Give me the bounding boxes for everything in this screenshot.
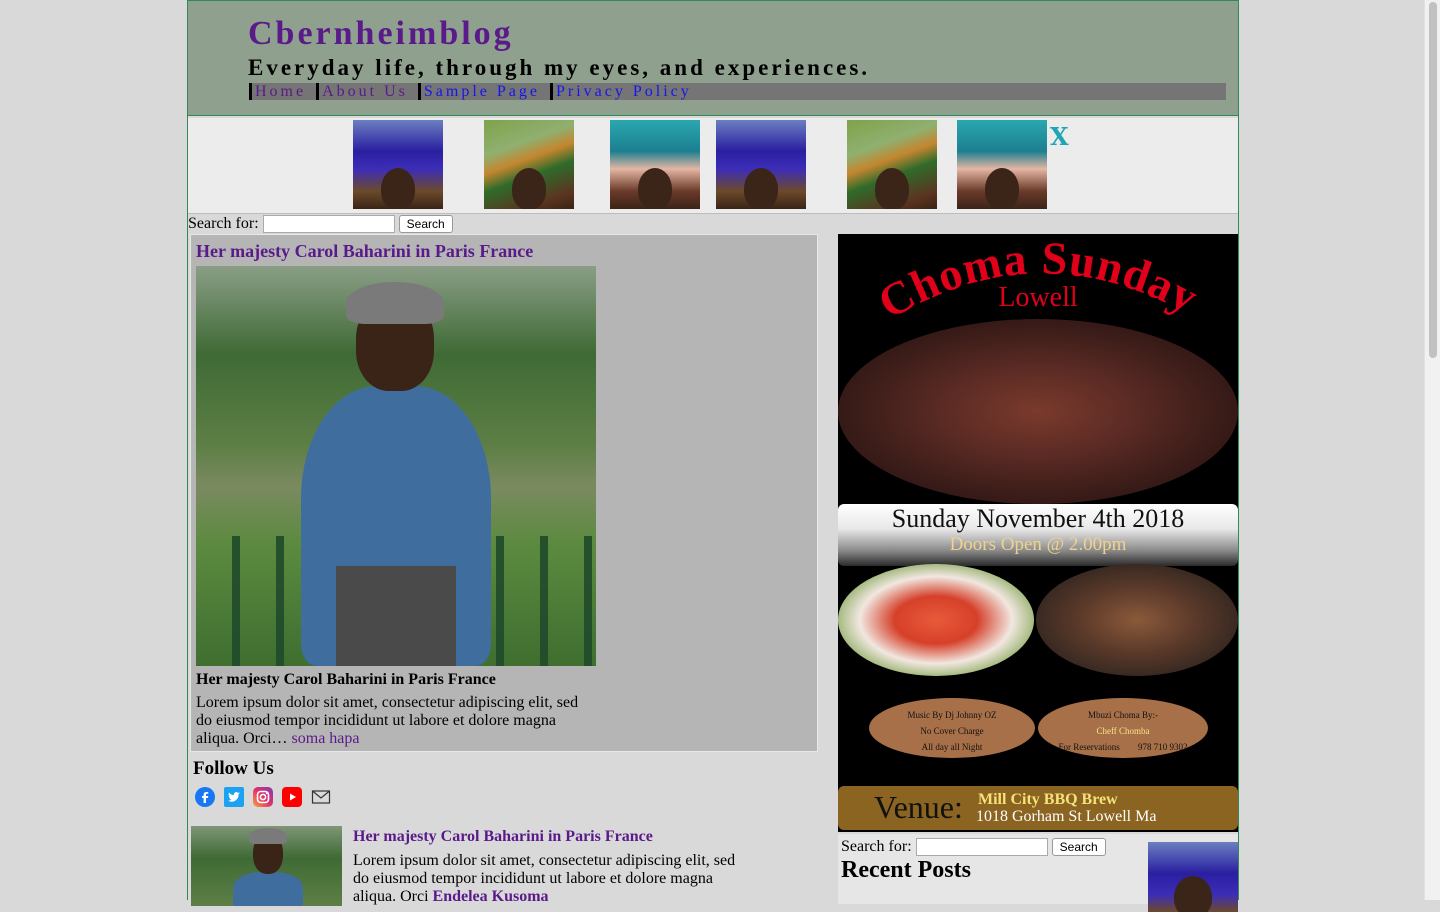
top-search-form: Search for: Search: [188, 214, 453, 234]
poster-chef-line: Mbuzi Choma By:-: [1088, 710, 1158, 720]
nav-item-privacy-policy[interactable]: Privacy Policy: [549, 83, 702, 100]
banner-image-blue-headwrap[interactable]: [353, 120, 443, 209]
banner-image-blue-headwrap[interactable]: [716, 120, 806, 209]
recent-post-read-more-link[interactable]: Endelea Kusoma: [433, 888, 549, 905]
instagram-icon[interactable]: [253, 787, 273, 807]
social-icons: [195, 787, 331, 807]
nav-item-about-us[interactable]: About Us: [316, 83, 418, 100]
poster-venue-label: Venue:: [874, 789, 963, 825]
recent-post-excerpt: Lorem ipsum dolor sit amet, consectetur …: [353, 852, 748, 906]
banner-image-teal-headwrap[interactable]: [610, 120, 700, 209]
site-tagline: Everyday life, through my eyes, and expe…: [248, 55, 871, 80]
search-button[interactable]: Search: [398, 215, 453, 233]
featured-post: Her majesty Carol Baharini in Paris Fran…: [190, 234, 818, 752]
poster-venue-name: Mill City BBQ Brew: [978, 791, 1118, 808]
page-container: Cbernheimblog Everyday life, through my …: [187, 0, 1239, 912]
follow-us-heading: Follow Us: [193, 758, 274, 779]
site-title-link[interactable]: Cbernheimblog: [248, 15, 514, 53]
recent-post-title-link[interactable]: Her majesty Carol Baharini in Paris Fran…: [353, 828, 653, 846]
poster-subtitle: Lowell: [998, 282, 1078, 313]
nav-item-home[interactable]: Home: [249, 83, 316, 100]
youtube-icon[interactable]: [282, 787, 302, 807]
search-input[interactable]: [262, 215, 395, 233]
poster-reservations-label: For Reservations: [1058, 742, 1120, 752]
scrollbar-thumb[interactable]: [1429, 2, 1437, 358]
post-excerpt: Lorem ipsum dolor sit amet, consectetur …: [196, 694, 596, 748]
recent-post-image[interactable]: [191, 826, 342, 906]
image-banner: X: [188, 118, 1238, 214]
poster-phone: 978 710 9302: [1138, 742, 1188, 752]
banner-image-kente-headwrap[interactable]: [847, 120, 937, 209]
sidebar-search-form: Search for: Search: [841, 838, 1106, 856]
poster-chef-oval: Mbuzi Choma By:- Cheff Chomba For Reserv…: [1038, 698, 1208, 758]
recent-posts-heading: Recent Posts: [841, 857, 971, 883]
twitter-icon[interactable]: [224, 787, 244, 807]
poster-music-line: Music By Dj Johnny OZ: [907, 710, 997, 720]
event-poster[interactable]: Choma Sunday Lowell Sunday November 4th …: [838, 234, 1238, 832]
main-nav: Home About Us Sample Page Privacy Policy: [249, 83, 1226, 100]
banner-close-button[interactable]: X: [1050, 122, 1069, 151]
poster-music-oval: Music By Dj Johnny OZ No Cover Charge Al…: [869, 698, 1035, 758]
post-title-link[interactable]: Her majesty Carol Baharini in Paris Fran…: [196, 241, 533, 262]
poster-date: Sunday November 4th 2018: [891, 504, 1185, 533]
poster-grilled-meat-image: [838, 319, 1238, 504]
poster-venue-address: 1018 Gorham St Lowell Ma: [976, 808, 1157, 825]
site-header: Cbernheimblog Everyday life, through my …: [188, 0, 1238, 116]
sidebar-search-input[interactable]: [915, 838, 1048, 856]
poster-salad-image: [838, 564, 1034, 676]
page-scrollbar[interactable]: [1424, 0, 1440, 900]
search-label: Search for:: [188, 215, 259, 232]
post-excerpt-text: Lorem ipsum dolor sit amet, consectetur …: [196, 694, 579, 747]
email-icon[interactable]: [311, 787, 331, 807]
poster-hours-line: All day all Night: [921, 742, 983, 752]
facebook-icon[interactable]: [195, 787, 215, 807]
sidebar-search-button[interactable]: Search: [1051, 838, 1106, 856]
poster-reservations-line: For Reservations 978 710 9302: [1038, 739, 1208, 755]
poster-cover-line: No Cover Charge: [920, 726, 984, 736]
read-more-link[interactable]: soma hapa: [292, 730, 360, 747]
banner-image-kente-headwrap[interactable]: [484, 120, 574, 209]
post-caption: Her majesty Carol Baharini in Paris Fran…: [196, 671, 496, 688]
banner-image-teal-headwrap[interactable]: [957, 120, 1047, 209]
poster-doors-open: Doors Open @ 2.00pm: [949, 534, 1127, 555]
sidebar-thumbnail-blue-headwrap[interactable]: [1148, 842, 1238, 912]
nav-item-sample-page[interactable]: Sample Page: [417, 83, 550, 100]
poster-chef-name: Cheff Chomba: [1096, 726, 1150, 736]
sidebar-search-label: Search for:: [841, 838, 912, 855]
poster-grill-image: [1036, 564, 1238, 676]
post-image[interactable]: [196, 266, 596, 666]
